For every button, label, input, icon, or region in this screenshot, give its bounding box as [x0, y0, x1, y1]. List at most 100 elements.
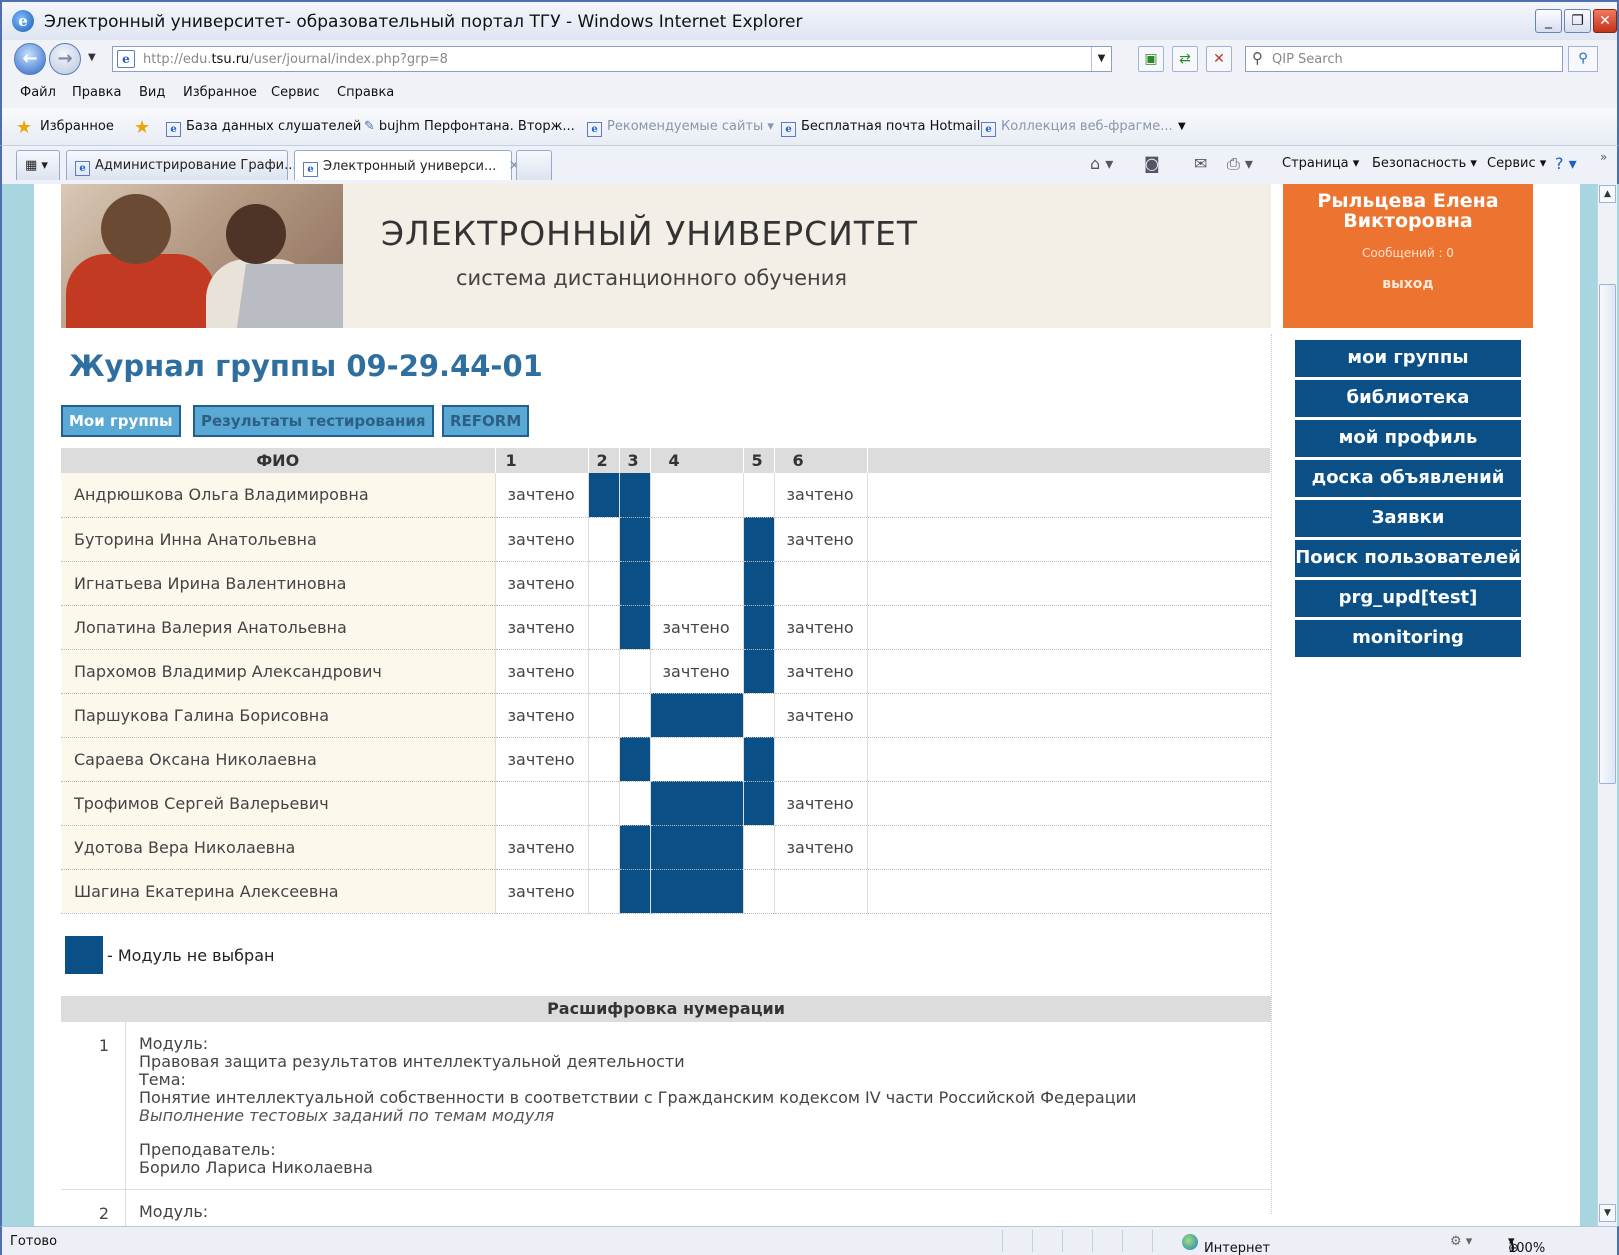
address-url[interactable]: http://edu.tsu.ru/user/journal/index.php…	[143, 52, 448, 67]
grade-cell	[650, 737, 744, 782]
sidebar-item-prg-upd[interactable]: prg_upd[test]	[1295, 580, 1521, 617]
address-bar[interactable]: e http://edu.tsu.ru/user/journal/index.p…	[112, 46, 1112, 72]
grade-cell: зачтено	[774, 781, 868, 826]
legend-text: - Модуль не выбран	[107, 946, 275, 965]
favorite-link-4[interactable]: e Бесплатная почта Hotmail	[781, 119, 980, 137]
refresh-icon[interactable]: ⇄	[1172, 46, 1198, 72]
module-not-selected-cell	[588, 473, 620, 518]
search-input[interactable]: ⚲ QIP Search	[1245, 46, 1563, 72]
empty-cell	[867, 649, 1271, 694]
empty-cell	[867, 561, 1271, 606]
grade-cell	[743, 869, 775, 914]
scroll-up-icon[interactable]: ▲	[1599, 185, 1616, 203]
grade-cell	[619, 649, 651, 694]
new-tab-button[interactable]	[516, 150, 552, 180]
module-not-selected-cell	[650, 693, 744, 738]
favorite-link-3[interactable]: e Рекомендуемые сайты ▾	[587, 119, 774, 137]
zoom-control[interactable]: ⊕ 100% ▾	[1508, 1234, 1545, 1255]
forward-button[interactable]: →	[49, 43, 81, 75]
tab-electronic-university[interactable]: e Электронный универси... ✕	[294, 150, 520, 180]
address-dropdown-icon[interactable]: ▼	[1091, 47, 1111, 71]
module-not-selected-cell	[619, 737, 651, 782]
grade-cell: зачтено	[774, 649, 868, 694]
module-not-selected-cell	[619, 561, 651, 606]
back-button[interactable]: ←	[14, 43, 46, 75]
favorites-bar: ★ Избранное ★ e База данных слушателей ✎ b…	[0, 108, 1619, 146]
compatibility-icon[interactable]: ▣	[1138, 46, 1164, 72]
empty-cell	[867, 693, 1271, 738]
grade-cell	[495, 781, 589, 826]
favorite-link-1[interactable]: e База данных слушателей	[166, 119, 361, 137]
tools-menu[interactable]: Сервис ▾	[1487, 156, 1546, 171]
module-not-selected-cell	[650, 869, 744, 914]
security-menu[interactable]: Безопасность ▾	[1372, 156, 1477, 171]
menu-view[interactable]: Вид	[139, 85, 165, 100]
sidebar-item-library[interactable]: библиотека	[1295, 380, 1521, 417]
sidebar-item-my-profile[interactable]: мой профиль	[1295, 420, 1521, 457]
student-name: Пархомов Владимир Александрович	[61, 649, 496, 694]
grade-cell: зачтено	[495, 561, 589, 606]
column-header-2: 2	[588, 448, 620, 473]
close-window-button[interactable]: ✕	[1593, 9, 1617, 33]
internet-explorer-icon: e	[12, 10, 34, 32]
logout-link[interactable]: выход	[1283, 276, 1533, 292]
menu-help[interactable]: Справка	[337, 85, 394, 100]
sidebar-item-my-groups[interactable]: мои группы	[1295, 340, 1521, 377]
pin-icon: ✎	[364, 119, 375, 134]
web-page: ЭЛЕКТРОННЫЙ УНИВЕРСИТЕТ система дистанци…	[34, 184, 1580, 1226]
add-favorite-icon[interactable]: ★	[134, 117, 150, 138]
task-description: Выполнение тестовых заданий по темам мод…	[139, 1106, 555, 1125]
test-results-button[interactable]: Результаты тестирования	[193, 405, 434, 437]
menu-file[interactable]: Файл	[20, 85, 56, 100]
feeds-icon[interactable]: ◙	[1144, 154, 1160, 173]
menu-favorites[interactable]: Избранное	[183, 85, 257, 100]
vertical-scrollbar[interactable]: ▲ ▼	[1597, 184, 1617, 1226]
search-icon: ⚲	[1252, 49, 1263, 67]
sidebar-item-requests[interactable]: Заявки	[1295, 500, 1521, 537]
page-menu[interactable]: Страница ▾	[1282, 156, 1359, 171]
protected-mode-icon[interactable]: ⚙ ▾	[1450, 1234, 1472, 1249]
page-icon: e	[117, 50, 135, 68]
reform-button[interactable]: REFORM	[442, 405, 530, 437]
table-row: Сараева Оксана Николаевна зачтено	[61, 737, 1271, 782]
quick-tabs-button[interactable]: ▦ ▾	[16, 150, 60, 180]
stop-icon[interactable]: ✕	[1206, 46, 1232, 72]
decoding-row: 2 Модуль:	[61, 1190, 1271, 1226]
tab-administration[interactable]: e Администрирование Графи...	[66, 150, 297, 180]
history-dropdown-icon[interactable]: ▼	[88, 52, 96, 63]
chevron-more-icon[interactable]: »	[1600, 150, 1607, 164]
sidebar-item-user-search[interactable]: Поиск пользователей	[1295, 540, 1521, 577]
help-icon[interactable]: ? ▾	[1555, 154, 1577, 173]
messages-count[interactable]: Сообщений : 0	[1283, 246, 1533, 260]
mail-icon[interactable]: ✉	[1194, 154, 1207, 173]
my-groups-button[interactable]: Мои группы	[61, 405, 181, 437]
grade-cell	[588, 693, 620, 738]
favorite-link-5[interactable]: e Коллекция веб-фрагме...	[981, 119, 1173, 137]
module-not-selected-cell	[619, 473, 651, 518]
favorites-star-icon[interactable]: ★	[16, 117, 32, 138]
grade-cell	[588, 825, 620, 870]
module-not-selected-cell	[650, 781, 744, 826]
favorite-link-2[interactable]: ✎ bujhm Перфонтана. Вторж...	[364, 119, 575, 134]
ie-page-icon: e	[781, 122, 796, 137]
grade-cell	[650, 517, 744, 562]
students-photo	[61, 184, 343, 328]
restore-button[interactable]: ❐	[1564, 9, 1591, 33]
menu-edit[interactable]: Правка	[72, 85, 121, 100]
scroll-thumb[interactable]	[1599, 284, 1616, 784]
sidebar-item-bulletin-board[interactable]: доска объявлений	[1295, 460, 1521, 497]
module-not-selected-cell	[743, 605, 775, 650]
menu-tools[interactable]: Сервис	[271, 85, 320, 100]
grade-cell	[588, 869, 620, 914]
search-button[interactable]: ⚲	[1568, 46, 1598, 72]
sidebar-item-monitoring[interactable]: monitoring	[1295, 620, 1521, 657]
minimize-button[interactable]: _	[1535, 9, 1562, 33]
scroll-down-icon[interactable]: ▼	[1599, 1204, 1616, 1222]
column-header-6: 6	[774, 448, 868, 473]
favorites-more-icon[interactable]: ▼	[1178, 121, 1186, 132]
home-icon[interactable]: ⌂ ▾	[1090, 154, 1113, 173]
print-icon[interactable]: ⎙ ▾	[1227, 154, 1253, 174]
favorites-button[interactable]: Избранное	[40, 119, 114, 134]
student-name: Паршукова Галина Борисовна	[61, 693, 496, 738]
user-name: Рыльцева Елена Викторовна	[1317, 190, 1499, 232]
